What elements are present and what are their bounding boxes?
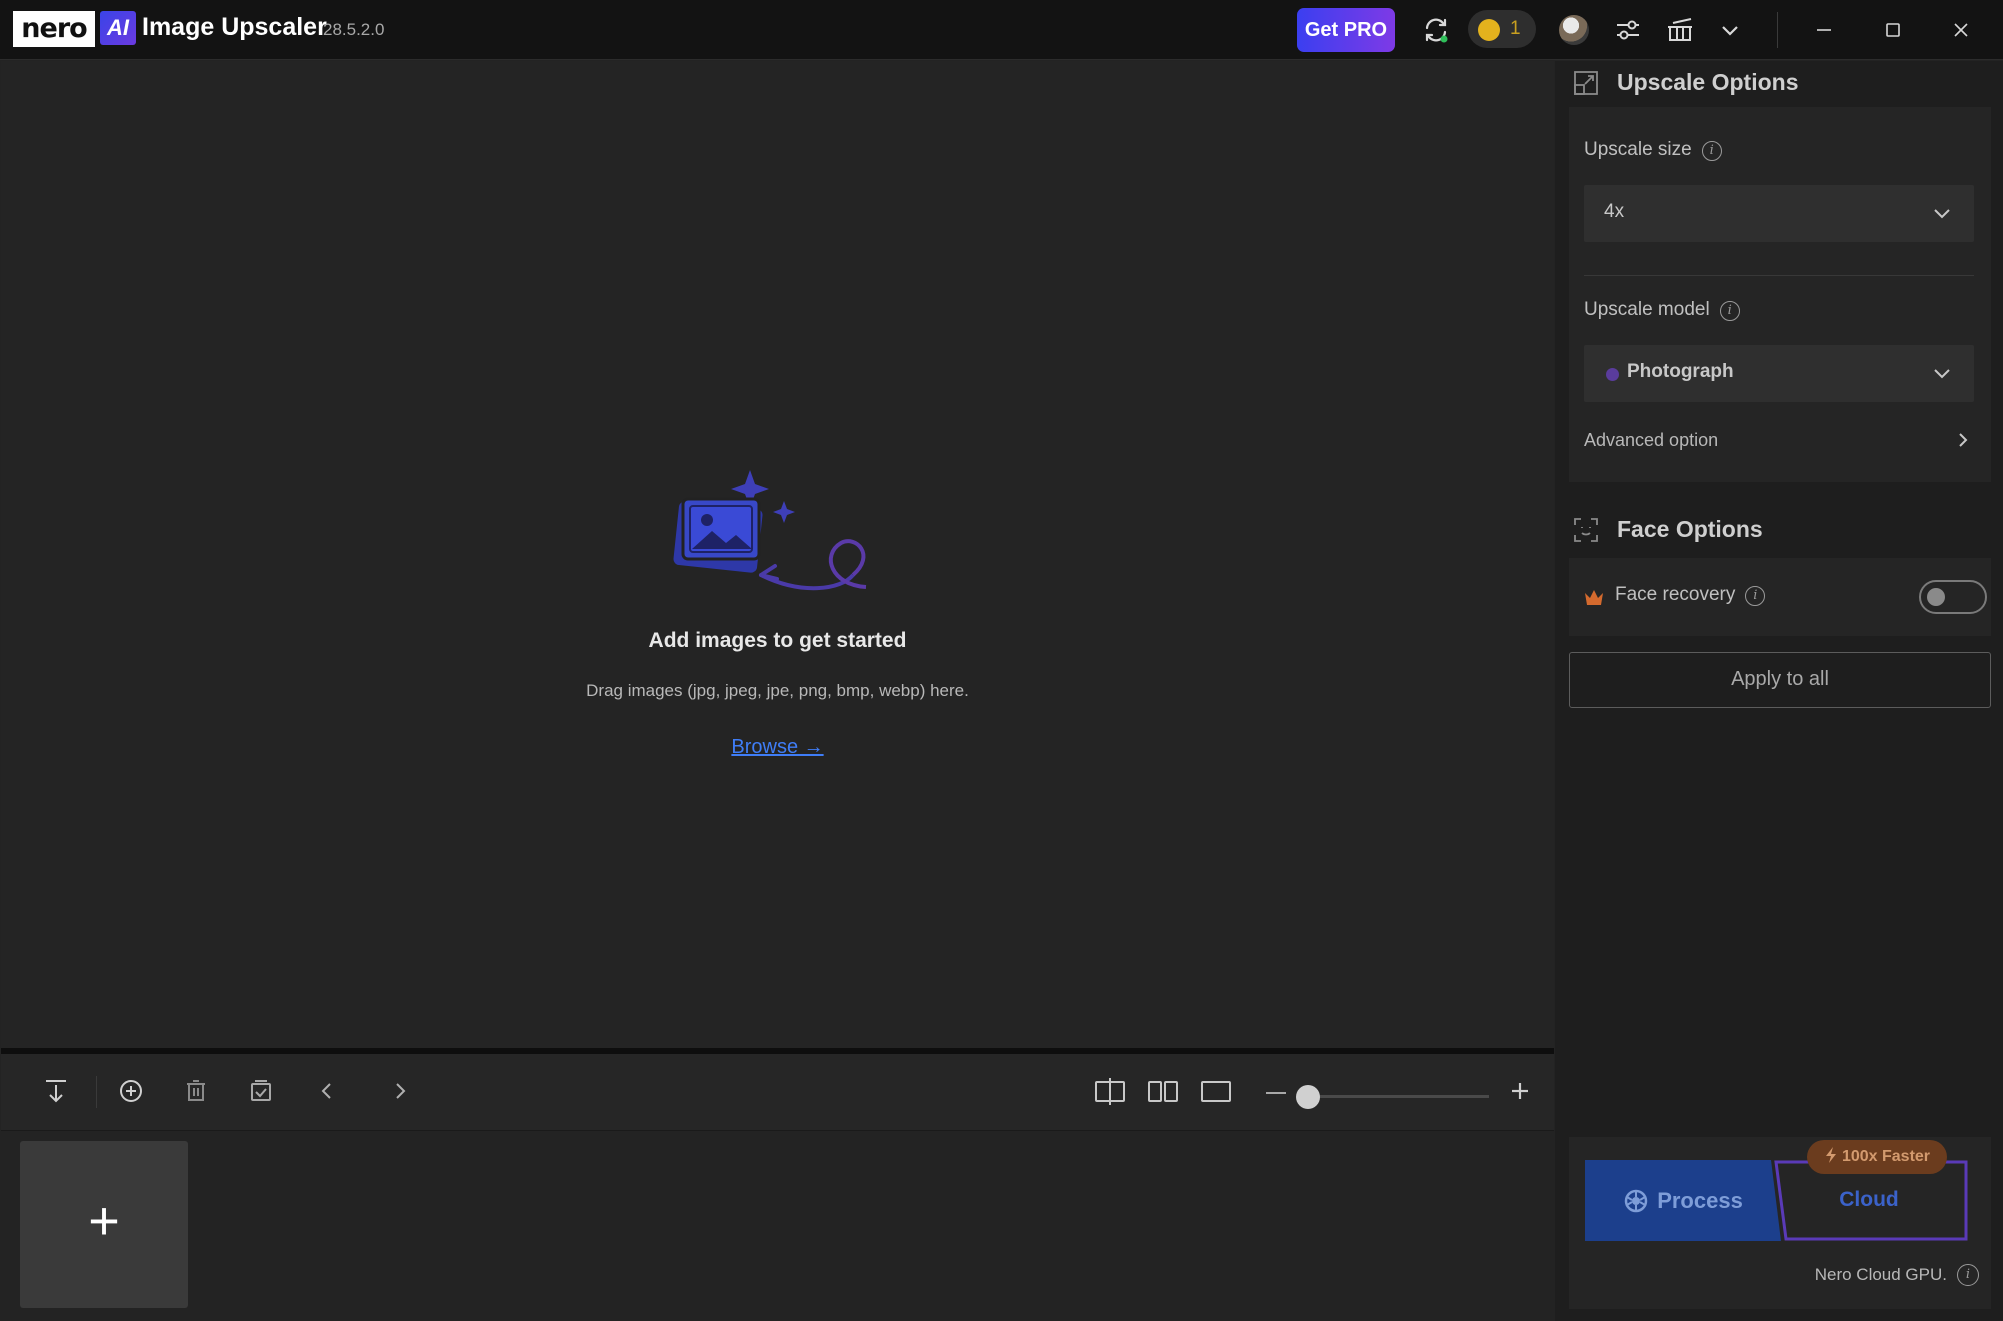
- add-circle-icon[interactable]: [115, 1075, 147, 1107]
- upscale-options-card: Upscale size i 4x Upscale model i Photogra…: [1569, 107, 1991, 482]
- ai-logo: AI: [100, 11, 136, 45]
- options-panel: Upscale Options Upscale size i 4x Upscale…: [1555, 61, 2003, 1321]
- upscale-size-select[interactable]: 4x: [1584, 185, 1974, 242]
- upscale-model-label: Upscale model i: [1584, 299, 1740, 321]
- zoom-out-icon[interactable]: [1260, 1075, 1292, 1107]
- model-dot-icon: [1606, 368, 1619, 381]
- toggle-knob: [1927, 588, 1945, 606]
- gift-icon[interactable]: [1664, 14, 1696, 46]
- process-area: Process Cloud 100x Faster Nero Cloud GPU…: [1569, 1137, 1991, 1309]
- maximize-icon[interactable]: [1877, 14, 1909, 46]
- get-pro-button[interactable]: Get PRO: [1297, 8, 1395, 52]
- upscale-model-value: Photograph: [1627, 361, 1734, 382]
- cloud-label: Cloud: [1839, 1188, 1899, 1211]
- lightning-icon: [1825, 1147, 1836, 1163]
- trash-icon[interactable]: [180, 1075, 212, 1107]
- upscale-icon: [1573, 70, 1599, 96]
- app-title: Image Upscaler: [142, 13, 327, 41]
- info-icon[interactable]: i: [1957, 1264, 1979, 1286]
- credit-count: 1: [1510, 18, 1521, 39]
- upscale-model-label-text: Upscale model: [1584, 299, 1710, 320]
- image-drop-zone[interactable]: Add images to get started Drag images (j…: [1, 61, 1554, 1049]
- info-icon[interactable]: i: [1745, 586, 1766, 606]
- aperture-icon: [1624, 1189, 1648, 1213]
- title-bar: nero AI Image Upscaler 28.5.2.0 Get PRO …: [0, 0, 2003, 60]
- section-divider: [1584, 275, 1974, 276]
- faster-badge: 100x Faster: [1807, 1140, 1947, 1174]
- browse-link[interactable]: Browse →: [1, 736, 1554, 759]
- cloud-note: Nero Cloud GPU.: [1814, 1265, 1947, 1284]
- zoom-slider-handle[interactable]: [1296, 1085, 1320, 1109]
- sync-icon[interactable]: [1420, 14, 1452, 46]
- bottom-toolbar: [1, 1054, 1554, 1131]
- upscale-size-value: 4x: [1604, 201, 1625, 222]
- select-all-icon[interactable]: [245, 1075, 277, 1107]
- upscale-size-label-text: Upscale size: [1584, 139, 1692, 160]
- nero-logo: nero: [13, 11, 95, 47]
- face-scan-icon: [1573, 517, 1599, 543]
- faster-badge-label: 100x Faster: [1841, 1148, 1931, 1165]
- empty-state-hint: Drag images (jpg, jpeg, jpe, png, bmp, w…: [586, 681, 969, 700]
- info-icon[interactable]: i: [1719, 301, 1740, 321]
- credits-badge[interactable]: 1: [1468, 10, 1536, 48]
- process-button[interactable]: Process: [1585, 1160, 1781, 1241]
- chevron-down-icon: [1934, 209, 1950, 219]
- close-icon[interactable]: [1945, 14, 1977, 46]
- face-options-title: Face Options: [1617, 516, 1763, 542]
- next-icon[interactable]: [384, 1075, 416, 1107]
- add-images-illustration-icon: [671, 465, 891, 605]
- chevron-down-icon[interactable]: [1714, 14, 1746, 46]
- zoom-in-icon[interactable]: [1504, 1075, 1536, 1107]
- advanced-option-link[interactable]: Advanced option: [1584, 430, 1718, 451]
- upscale-options-title: Upscale Options: [1617, 69, 1799, 95]
- face-recovery-label: Face recovery i: [1615, 584, 1766, 606]
- thumbnail-tray: +: [1, 1131, 1554, 1321]
- upscale-model-select[interactable]: Photograph: [1584, 345, 1974, 402]
- app-version: 28.5.2.0: [323, 20, 385, 39]
- export-icon[interactable]: [40, 1075, 72, 1107]
- split-view-icon[interactable]: [1094, 1075, 1126, 1107]
- chevron-right-icon[interactable]: [1954, 431, 1972, 449]
- minimize-icon[interactable]: [1808, 14, 1840, 46]
- toolbar-separator: [96, 1076, 97, 1108]
- chevron-down-icon: [1934, 369, 1950, 379]
- single-view-icon[interactable]: [1200, 1075, 1232, 1107]
- app-window: nero AI Image Upscaler 28.5.2.0 Get PRO …: [0, 0, 2003, 1321]
- info-icon[interactable]: i: [1701, 141, 1722, 161]
- side-by-side-icon[interactable]: [1147, 1075, 1179, 1107]
- face-options-card: Face recovery i: [1569, 558, 1991, 636]
- face-recovery-label-text: Face recovery: [1615, 584, 1736, 605]
- apply-to-all-button[interactable]: Apply to all: [1569, 652, 1991, 708]
- face-recovery-toggle[interactable]: [1919, 580, 1987, 614]
- add-image-tile[interactable]: +: [20, 1141, 188, 1308]
- coin-icon: [1478, 19, 1500, 41]
- upscale-size-label: Upscale size i: [1584, 139, 1722, 161]
- empty-state-title: Add images to get started: [648, 629, 907, 652]
- settings-sliders-icon[interactable]: [1612, 14, 1644, 46]
- zoom-slider-track[interactable]: [1307, 1095, 1489, 1098]
- crown-icon: [1585, 590, 1603, 605]
- window-controls-separator: [1777, 12, 1778, 48]
- avatar[interactable]: [1559, 15, 1589, 45]
- process-label: Process: [1657, 1188, 1743, 1213]
- prev-icon[interactable]: [311, 1075, 343, 1107]
